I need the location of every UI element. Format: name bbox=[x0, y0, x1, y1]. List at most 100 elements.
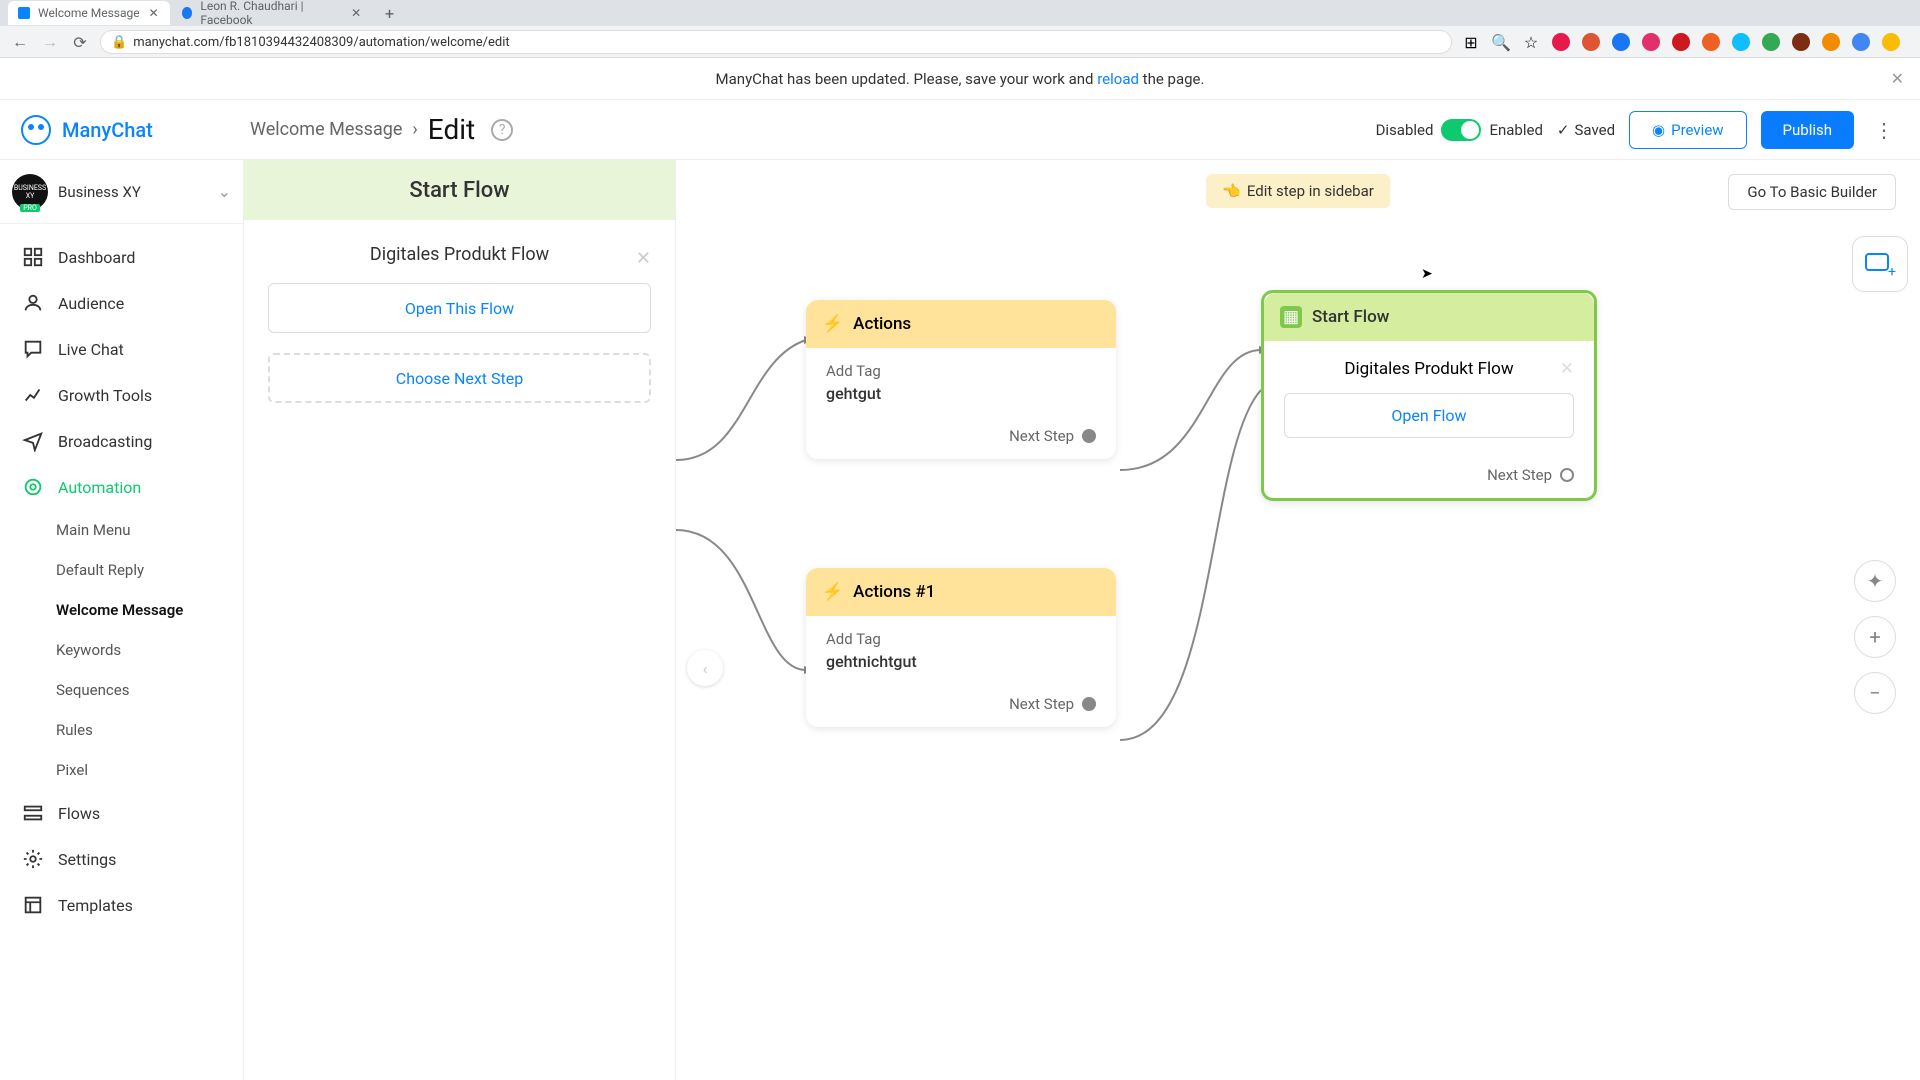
close-icon[interactable]: ✕ bbox=[1560, 359, 1574, 379]
sidebar-item-automation[interactable]: Automation bbox=[0, 464, 243, 510]
sidebar-item-live-chat[interactable]: Live Chat bbox=[0, 326, 243, 372]
crumb-parent[interactable]: Welcome Message bbox=[250, 119, 402, 140]
action-label: Add Tag bbox=[826, 362, 1096, 380]
sidebar-nav: Dashboard Audience Live ChatGrowth Tools Br… bbox=[0, 224, 243, 938]
extension-bar: ⊞ 🔍 ☆ bbox=[1462, 33, 1910, 51]
ext-icon[interactable]: ⊞ bbox=[1462, 33, 1480, 51]
brand[interactable]: ManyChat bbox=[20, 114, 250, 146]
ext-icon[interactable] bbox=[1672, 33, 1690, 51]
url-input[interactable]: 🔒 manychat.com/fb1810394432408309/automa… bbox=[100, 30, 1452, 54]
chevron-left-icon: ‹ bbox=[703, 659, 708, 678]
forward-icon[interactable]: → bbox=[40, 32, 60, 52]
sidebar-subitem-pixel[interactable]: Pixel bbox=[56, 750, 243, 790]
flow-name: Digitales Produkt Flow ✕ bbox=[1284, 359, 1574, 379]
magic-button[interactable]: ✦ bbox=[1854, 560, 1896, 602]
node-actions-1[interactable]: ⚡ Actions #1 Add Tag gehtnichtgut Next S… bbox=[806, 568, 1116, 727]
nav-label: Dashboard bbox=[58, 248, 135, 267]
nav-label: Settings bbox=[58, 850, 116, 869]
enable-toggle[interactable]: Disabled Enabled bbox=[1376, 119, 1543, 141]
lock-icon: 🔒 bbox=[111, 35, 127, 50]
publish-button[interactable]: Publish bbox=[1761, 111, 1854, 149]
ext-icon[interactable]: 🔍 bbox=[1492, 33, 1510, 51]
toggle-off-label: Disabled bbox=[1376, 121, 1434, 139]
open-flow-button[interactable]: Open This Flow bbox=[268, 283, 651, 333]
ext-icon[interactable] bbox=[1762, 33, 1780, 51]
sidebar-subitem-sequences[interactable]: Sequences bbox=[56, 670, 243, 710]
collapse-handle[interactable]: ‹ bbox=[687, 650, 723, 686]
inspector-body: Digitales Produkt Flow ✕ Open This Flow … bbox=[244, 220, 675, 427]
automation-icon bbox=[22, 476, 44, 498]
node-body: Digitales Produkt Flow ✕ Open Flow bbox=[1264, 341, 1594, 456]
bolt-icon: ⚡ bbox=[822, 582, 843, 602]
browser-tab-inactive[interactable]: Leon R. Chaudhari | Facebook ✕ bbox=[172, 1, 372, 25]
preview-label: Preview bbox=[1671, 121, 1723, 139]
nav-label: Broadcasting bbox=[58, 432, 152, 451]
node-title: Actions bbox=[853, 314, 911, 334]
publish-label: Publish bbox=[1783, 121, 1832, 139]
ext-icon[interactable]: ☆ bbox=[1522, 33, 1540, 51]
avatar-icon[interactable] bbox=[1882, 33, 1900, 51]
ext-icon[interactable] bbox=[1582, 33, 1600, 51]
header-actions: Disabled Enabled ✓ Saved ◉ Preview Publi… bbox=[1376, 111, 1900, 149]
back-icon[interactable]: ← bbox=[10, 32, 30, 52]
output-port[interactable] bbox=[1082, 429, 1096, 443]
help-icon[interactable]: ? bbox=[491, 119, 513, 141]
ext-icon[interactable] bbox=[1642, 33, 1660, 51]
close-icon[interactable]: ✕ bbox=[636, 248, 651, 269]
node-actions[interactable]: ⚡ Actions Add Tag gehtgut Next Step bbox=[806, 300, 1116, 459]
reload-icon[interactable]: ⟳ bbox=[70, 32, 90, 52]
output-port[interactable] bbox=[1082, 697, 1096, 711]
node-body: Add Tag gehtgut bbox=[806, 348, 1116, 417]
add-message-button[interactable]: + bbox=[1852, 236, 1908, 292]
go-basic-builder-button[interactable]: Go To Basic Builder bbox=[1728, 174, 1896, 210]
ext-icon[interactable] bbox=[1612, 33, 1630, 51]
eye-icon: ◉ bbox=[1652, 121, 1665, 139]
cursor-icon: ➤ bbox=[1421, 266, 1433, 282]
close-icon[interactable]: ✕ bbox=[1891, 69, 1904, 88]
sidebar-item-settings[interactable]: Settings bbox=[0, 836, 243, 882]
new-tab-button[interactable]: + bbox=[380, 3, 400, 23]
switch-icon[interactable] bbox=[1441, 119, 1481, 141]
output-port[interactable] bbox=[1560, 468, 1574, 482]
sidebar-subitem-rules[interactable]: Rules bbox=[56, 710, 243, 750]
ext-icon[interactable] bbox=[1792, 33, 1810, 51]
reload-link[interactable]: reload bbox=[1097, 70, 1139, 88]
flow-canvas[interactable]: 👈 Edit step in sidebar Go To Basic Build… bbox=[676, 160, 1920, 1080]
workspace-selector[interactable]: BUSINESS XY PRO Business XY ⌄ bbox=[0, 160, 243, 224]
ext-icon[interactable] bbox=[1732, 33, 1750, 51]
tag-value: gehtnichtgut bbox=[826, 652, 1096, 671]
close-icon[interactable]: ✕ bbox=[148, 7, 160, 19]
sidebar-item-growth-tools[interactable]: Growth Tools bbox=[0, 372, 243, 418]
sidebar-item-broadcasting[interactable]: Broadcasting bbox=[0, 418, 243, 464]
update-banner: ManyChat has been updated. Please, save … bbox=[0, 58, 1920, 100]
workspace-logo: BUSINESS XY PRO bbox=[12, 174, 48, 210]
ext-icon[interactable] bbox=[1822, 33, 1840, 51]
ext-icon[interactable] bbox=[1852, 33, 1870, 51]
sidebar-item-audience[interactable]: Audience bbox=[0, 280, 243, 326]
chat-icon bbox=[22, 338, 44, 360]
sidebar-subitem-default-reply[interactable]: Default Reply bbox=[56, 550, 243, 590]
sidebar-item-dashboard[interactable]: Dashboard bbox=[0, 234, 243, 280]
ext-icon[interactable] bbox=[1552, 33, 1570, 51]
zoom-in-button[interactable]: + bbox=[1854, 616, 1896, 658]
zoom-out-button[interactable]: − bbox=[1854, 672, 1896, 714]
app-header: ManyChat Welcome Message › Edit ? Disabl… bbox=[0, 100, 1920, 160]
nav-label: Audience bbox=[58, 294, 124, 313]
minus-icon: − bbox=[1869, 681, 1880, 705]
action-label: Add Tag bbox=[826, 630, 1096, 648]
close-icon[interactable]: ✕ bbox=[351, 7, 362, 19]
sidebar-item-templates[interactable]: Templates bbox=[0, 882, 243, 928]
open-flow-button[interactable]: Open Flow bbox=[1284, 393, 1574, 438]
choose-next-step-button[interactable]: Choose Next Step bbox=[268, 353, 651, 403]
node-start-flow[interactable]: ▦ Start Flow Digitales Produkt Flow ✕ Op… bbox=[1261, 290, 1597, 501]
sidebar-item-flows[interactable]: Flows bbox=[0, 790, 243, 836]
url-text: manychat.com/fb1810394432408309/automati… bbox=[133, 35, 509, 50]
preview-button[interactable]: ◉ Preview bbox=[1629, 111, 1747, 149]
sidebar-subitem-welcome-message[interactable]: Welcome Message bbox=[56, 590, 243, 630]
ext-icon[interactable] bbox=[1702, 33, 1720, 51]
more-menu-icon[interactable]: ⋮ bbox=[1868, 118, 1900, 142]
manychat-logo-icon bbox=[20, 114, 52, 146]
browser-tab-active[interactable]: Welcome Message ✕ bbox=[8, 1, 170, 25]
sidebar-subitem-main-menu[interactable]: Main Menu bbox=[56, 510, 243, 550]
sidebar-subitem-keywords[interactable]: Keywords bbox=[56, 630, 243, 670]
